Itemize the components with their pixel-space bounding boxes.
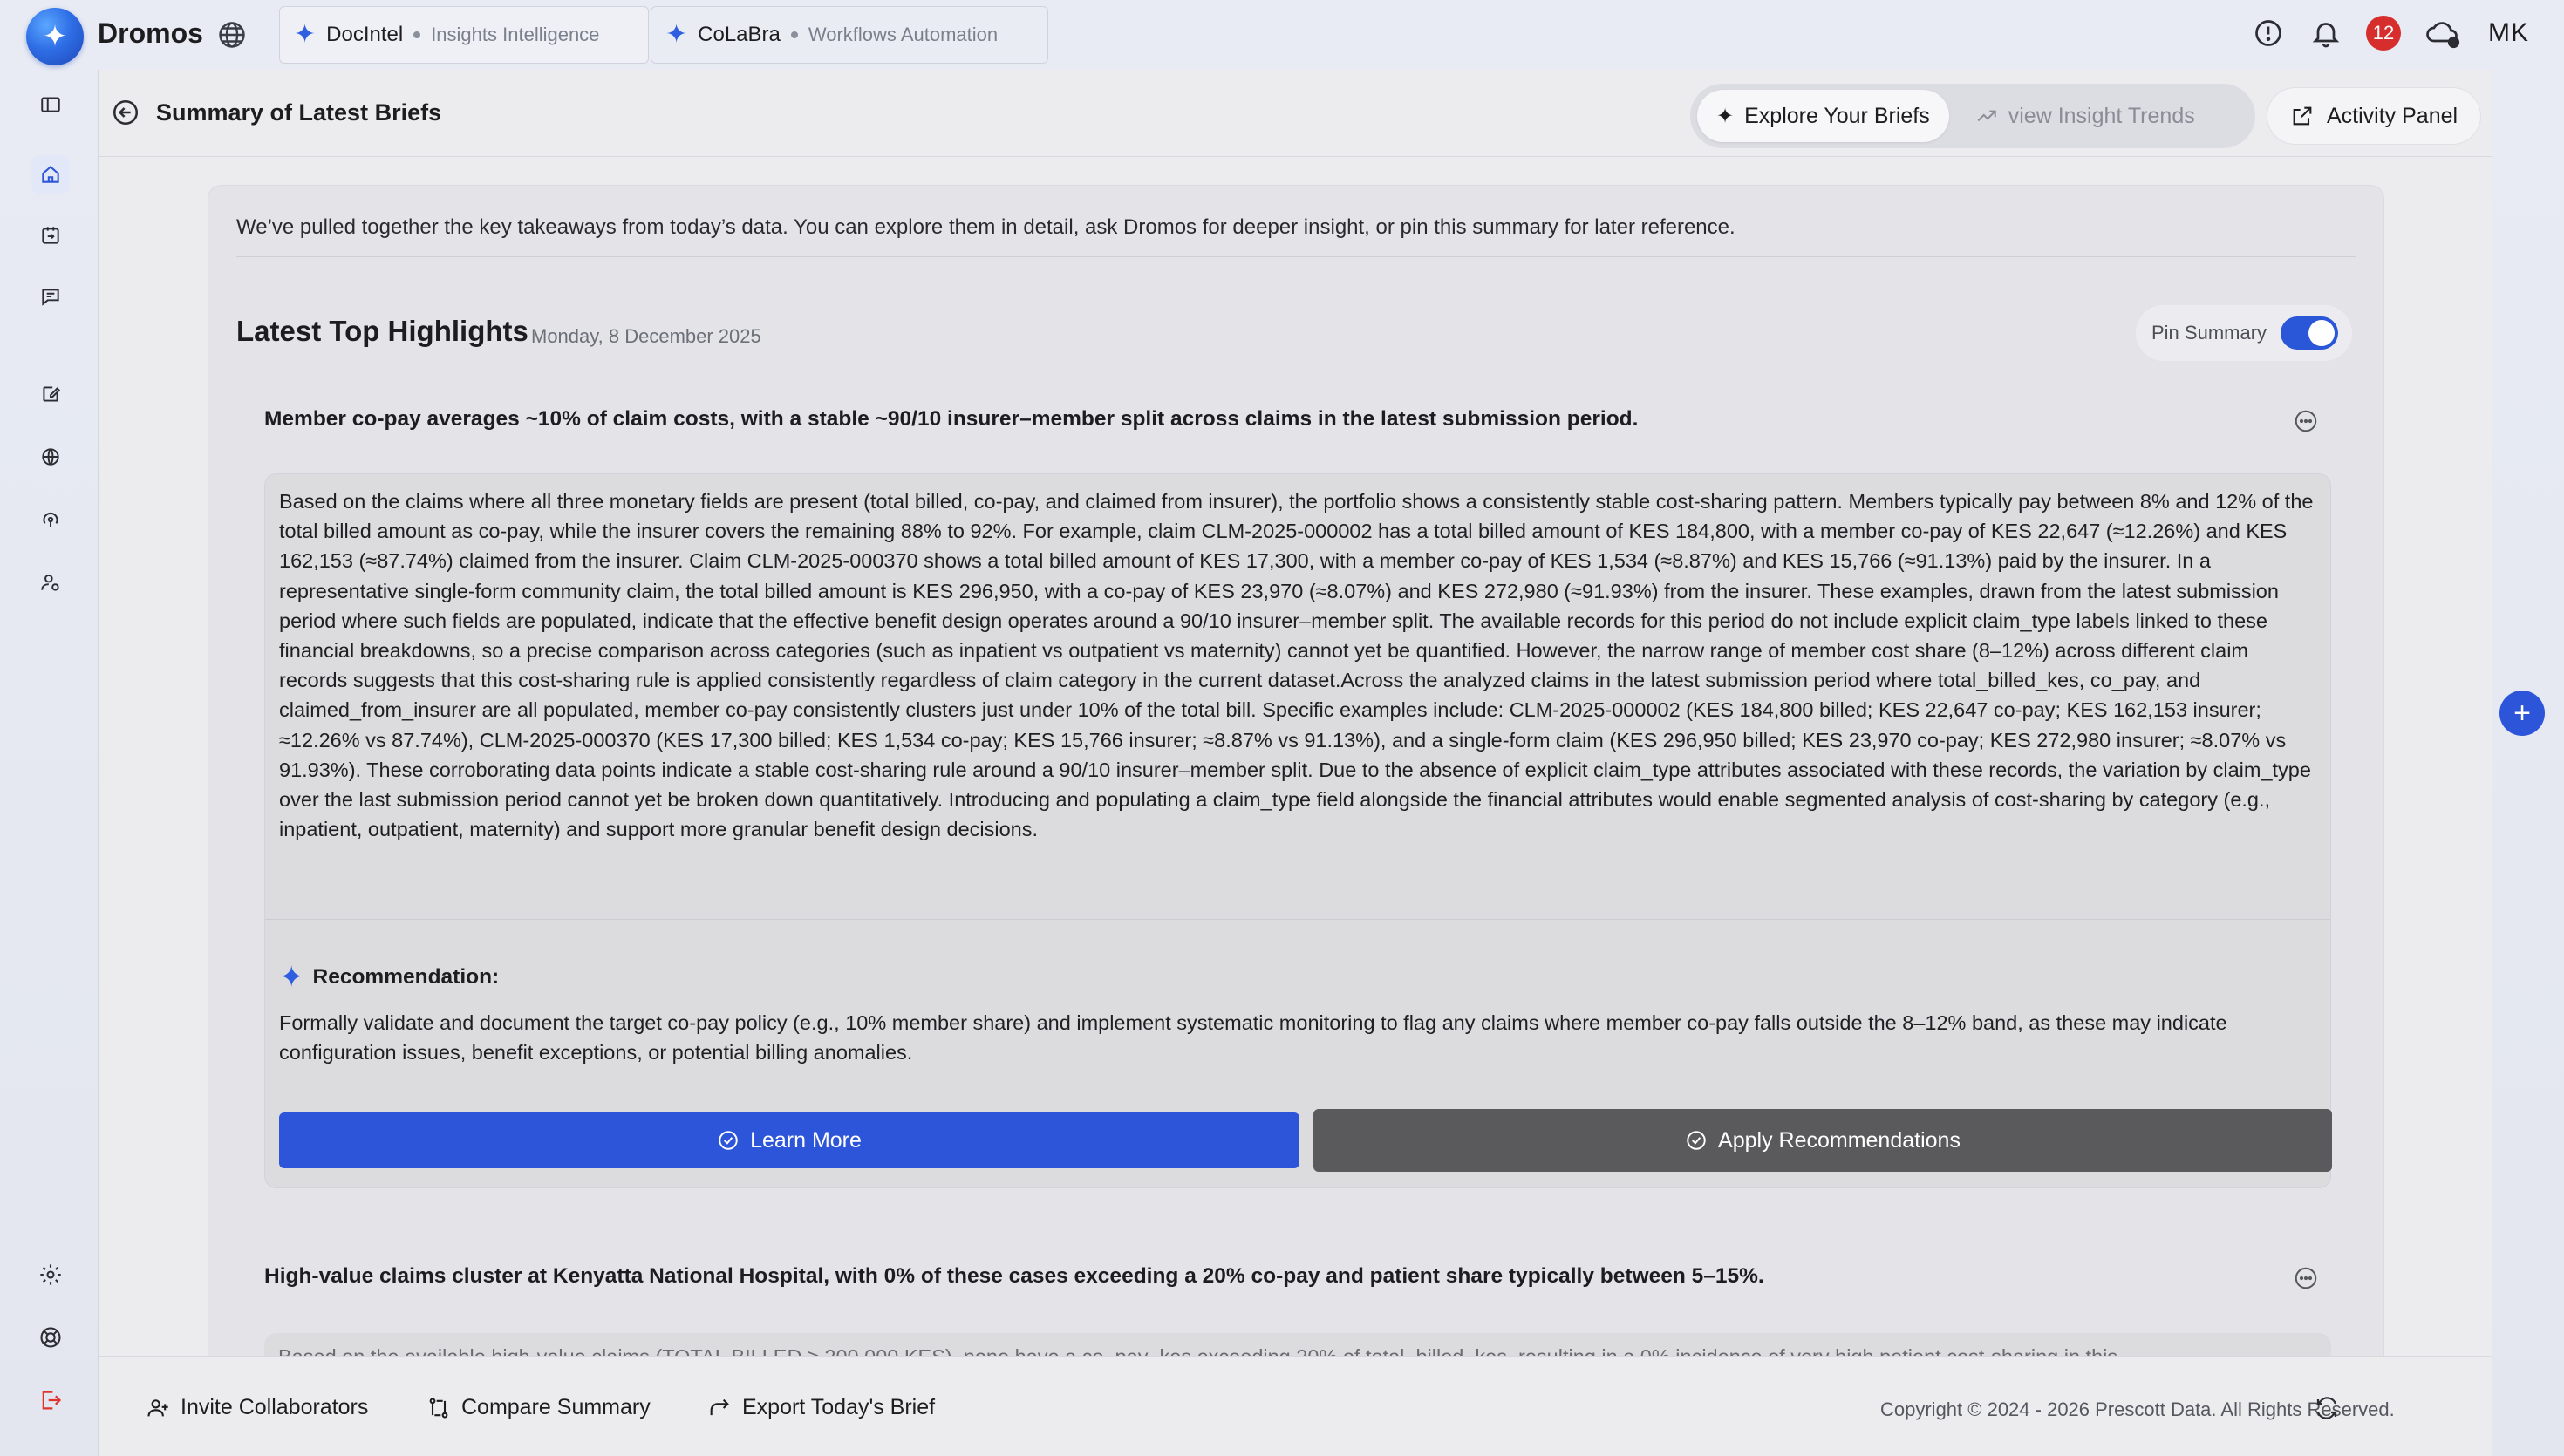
refresh-icon[interactable]	[2314, 1395, 2342, 1423]
share-arrow-icon	[710, 1398, 729, 1415]
bell-icon[interactable]	[2308, 16, 2343, 51]
app-window: ✦ Dromos ✦ DocIntel Insights Intelligenc…	[0, 0, 2564, 1456]
check-circle-icon	[1687, 1131, 1706, 1150]
divider	[236, 256, 2356, 257]
explore-briefs-button[interactable]: ✦ Explore Your Briefs	[1697, 90, 1949, 142]
home-icon[interactable]	[31, 155, 70, 194]
invite-collaborators-label: Invite Collaborators	[181, 1395, 369, 1419]
globe-icon[interactable]	[216, 19, 248, 51]
footer-bar: Invite Collaborators Compare Summary Exp…	[99, 1356, 2492, 1456]
tab-colabra[interactable]: ✦ CoLaBra Workflows Automation	[651, 6, 1048, 64]
separator-dot	[790, 31, 798, 38]
notification-count-badge[interactable]: 12	[2366, 16, 2401, 51]
apply-recommendations-label: Apply Recommendations	[1718, 1127, 1961, 1153]
add-user-icon	[147, 1398, 168, 1416]
recommendation-label: Recommendation:	[312, 965, 500, 989]
explore-briefs-label: Explore Your Briefs	[1744, 103, 1930, 128]
alert-icon[interactable]	[2251, 16, 2286, 51]
dromos-logo-icon[interactable]: ✦	[26, 8, 84, 65]
pin-summary-label: Pin Summary	[2151, 322, 2267, 344]
external-link-icon	[2293, 106, 2312, 126]
trend-up-icon	[1977, 110, 1996, 122]
intro-text: We’ve pulled together the key takeaways …	[236, 215, 1735, 239]
top-right-actions: 12 MK	[2251, 16, 2529, 51]
more-options-icon[interactable]	[2293, 408, 2319, 434]
cloud-sync-icon[interactable]	[2424, 16, 2465, 51]
tab-name: DocIntel	[326, 23, 404, 46]
pin-summary-toggle[interactable]	[2281, 316, 2339, 350]
sparkle-icon: ✦	[279, 961, 304, 994]
insight-trends-label: view Insight Trends	[2008, 103, 2195, 128]
sidebar-toggle-icon[interactable]	[31, 85, 70, 124]
check-circle-icon	[719, 1131, 738, 1150]
top-bar: ✦ Dromos ✦ DocIntel Insights Intelligenc…	[0, 0, 2564, 70]
insight-trends-button[interactable]: view Insight Trends	[1956, 90, 2214, 142]
export-brief-button[interactable]: Export Today's Brief	[707, 1395, 935, 1420]
insight-title[interactable]: High-value claims cluster at Kenyatta Na…	[264, 1264, 1764, 1289]
add-floating-button[interactable]: +	[2499, 691, 2545, 736]
pin-summary-control[interactable]: Pin Summary	[2136, 305, 2353, 361]
help-lifebuoy-icon[interactable]	[31, 1318, 70, 1357]
page-header: Summary of Latest Briefs ✦ Explore Your …	[99, 70, 2492, 157]
logout-icon[interactable]	[31, 1381, 70, 1419]
export-brief-label: Export Today's Brief	[742, 1395, 936, 1419]
recommendation-text: Formally validate and document the targe…	[279, 1011, 2227, 1065]
separator-dot	[413, 31, 421, 38]
settings-gear-icon[interactable]	[31, 1255, 70, 1294]
sparkle-icon: ✦	[1716, 104, 1735, 128]
compare-summary-label: Compare Summary	[461, 1395, 651, 1419]
summary-card: We’ve pulled together the key takeaways …	[208, 185, 2384, 1456]
view-switcher: ✦ Explore Your Briefs view Insight Trend…	[1690, 84, 2255, 148]
sparkle-icon: ✦	[665, 20, 688, 49]
sparkle-icon: ✦	[294, 20, 317, 49]
edit-note-icon[interactable]	[31, 375, 70, 413]
more-options-icon[interactable]	[2293, 1265, 2319, 1291]
inbox-transfer-icon[interactable]	[31, 216, 70, 255]
compare-icon	[429, 1397, 448, 1419]
tab-subtitle: Insights Intelligence	[431, 24, 600, 45]
analytics-globe-icon[interactable]	[31, 438, 70, 476]
divider	[265, 919, 2330, 920]
learn-more-button[interactable]: Learn More	[279, 1112, 1299, 1168]
tab-docintel[interactable]: ✦ DocIntel Insights Intelligence	[279, 6, 649, 64]
recommendation-header: ✦ Recommendation:	[279, 963, 499, 992]
highlights-date: Monday, 8 December 2025	[531, 325, 761, 347]
insight-detail-box: Based on the claims where all three mone…	[264, 473, 2332, 1188]
podcast-icon[interactable]	[31, 500, 70, 539]
apply-recommendations-button[interactable]: Apply Recommendations	[1313, 1109, 2332, 1172]
main-panel: Summary of Latest Briefs ✦ Explore Your …	[98, 70, 2492, 1456]
back-arrow-icon[interactable]	[111, 98, 140, 127]
user-avatar[interactable]: MK	[2488, 18, 2529, 48]
insight-title[interactable]: Member co-pay averages ~10% of claim cos…	[264, 407, 1638, 432]
activity-panel-button[interactable]: Activity Panel	[2267, 87, 2482, 145]
tab-name: CoLaBra	[698, 23, 781, 46]
compare-summary-button[interactable]: Compare Summary	[426, 1395, 651, 1420]
insight-body: Based on the claims where all three mone…	[279, 490, 2314, 841]
page-title: Summary of Latest Briefs	[156, 99, 442, 126]
brand-name: Dromos	[98, 17, 203, 49]
left-nav-rail	[0, 70, 98, 1456]
highlights-title: Latest Top Highlights	[236, 315, 528, 347]
learn-more-label: Learn More	[750, 1127, 862, 1153]
chat-icon[interactable]	[31, 277, 70, 316]
tab-subtitle: Workflows Automation	[808, 24, 999, 45]
user-settings-icon[interactable]	[31, 563, 70, 602]
activity-panel-label: Activity Panel	[2327, 103, 2458, 128]
invite-collaborators-button[interactable]: Invite Collaborators	[146, 1395, 368, 1420]
